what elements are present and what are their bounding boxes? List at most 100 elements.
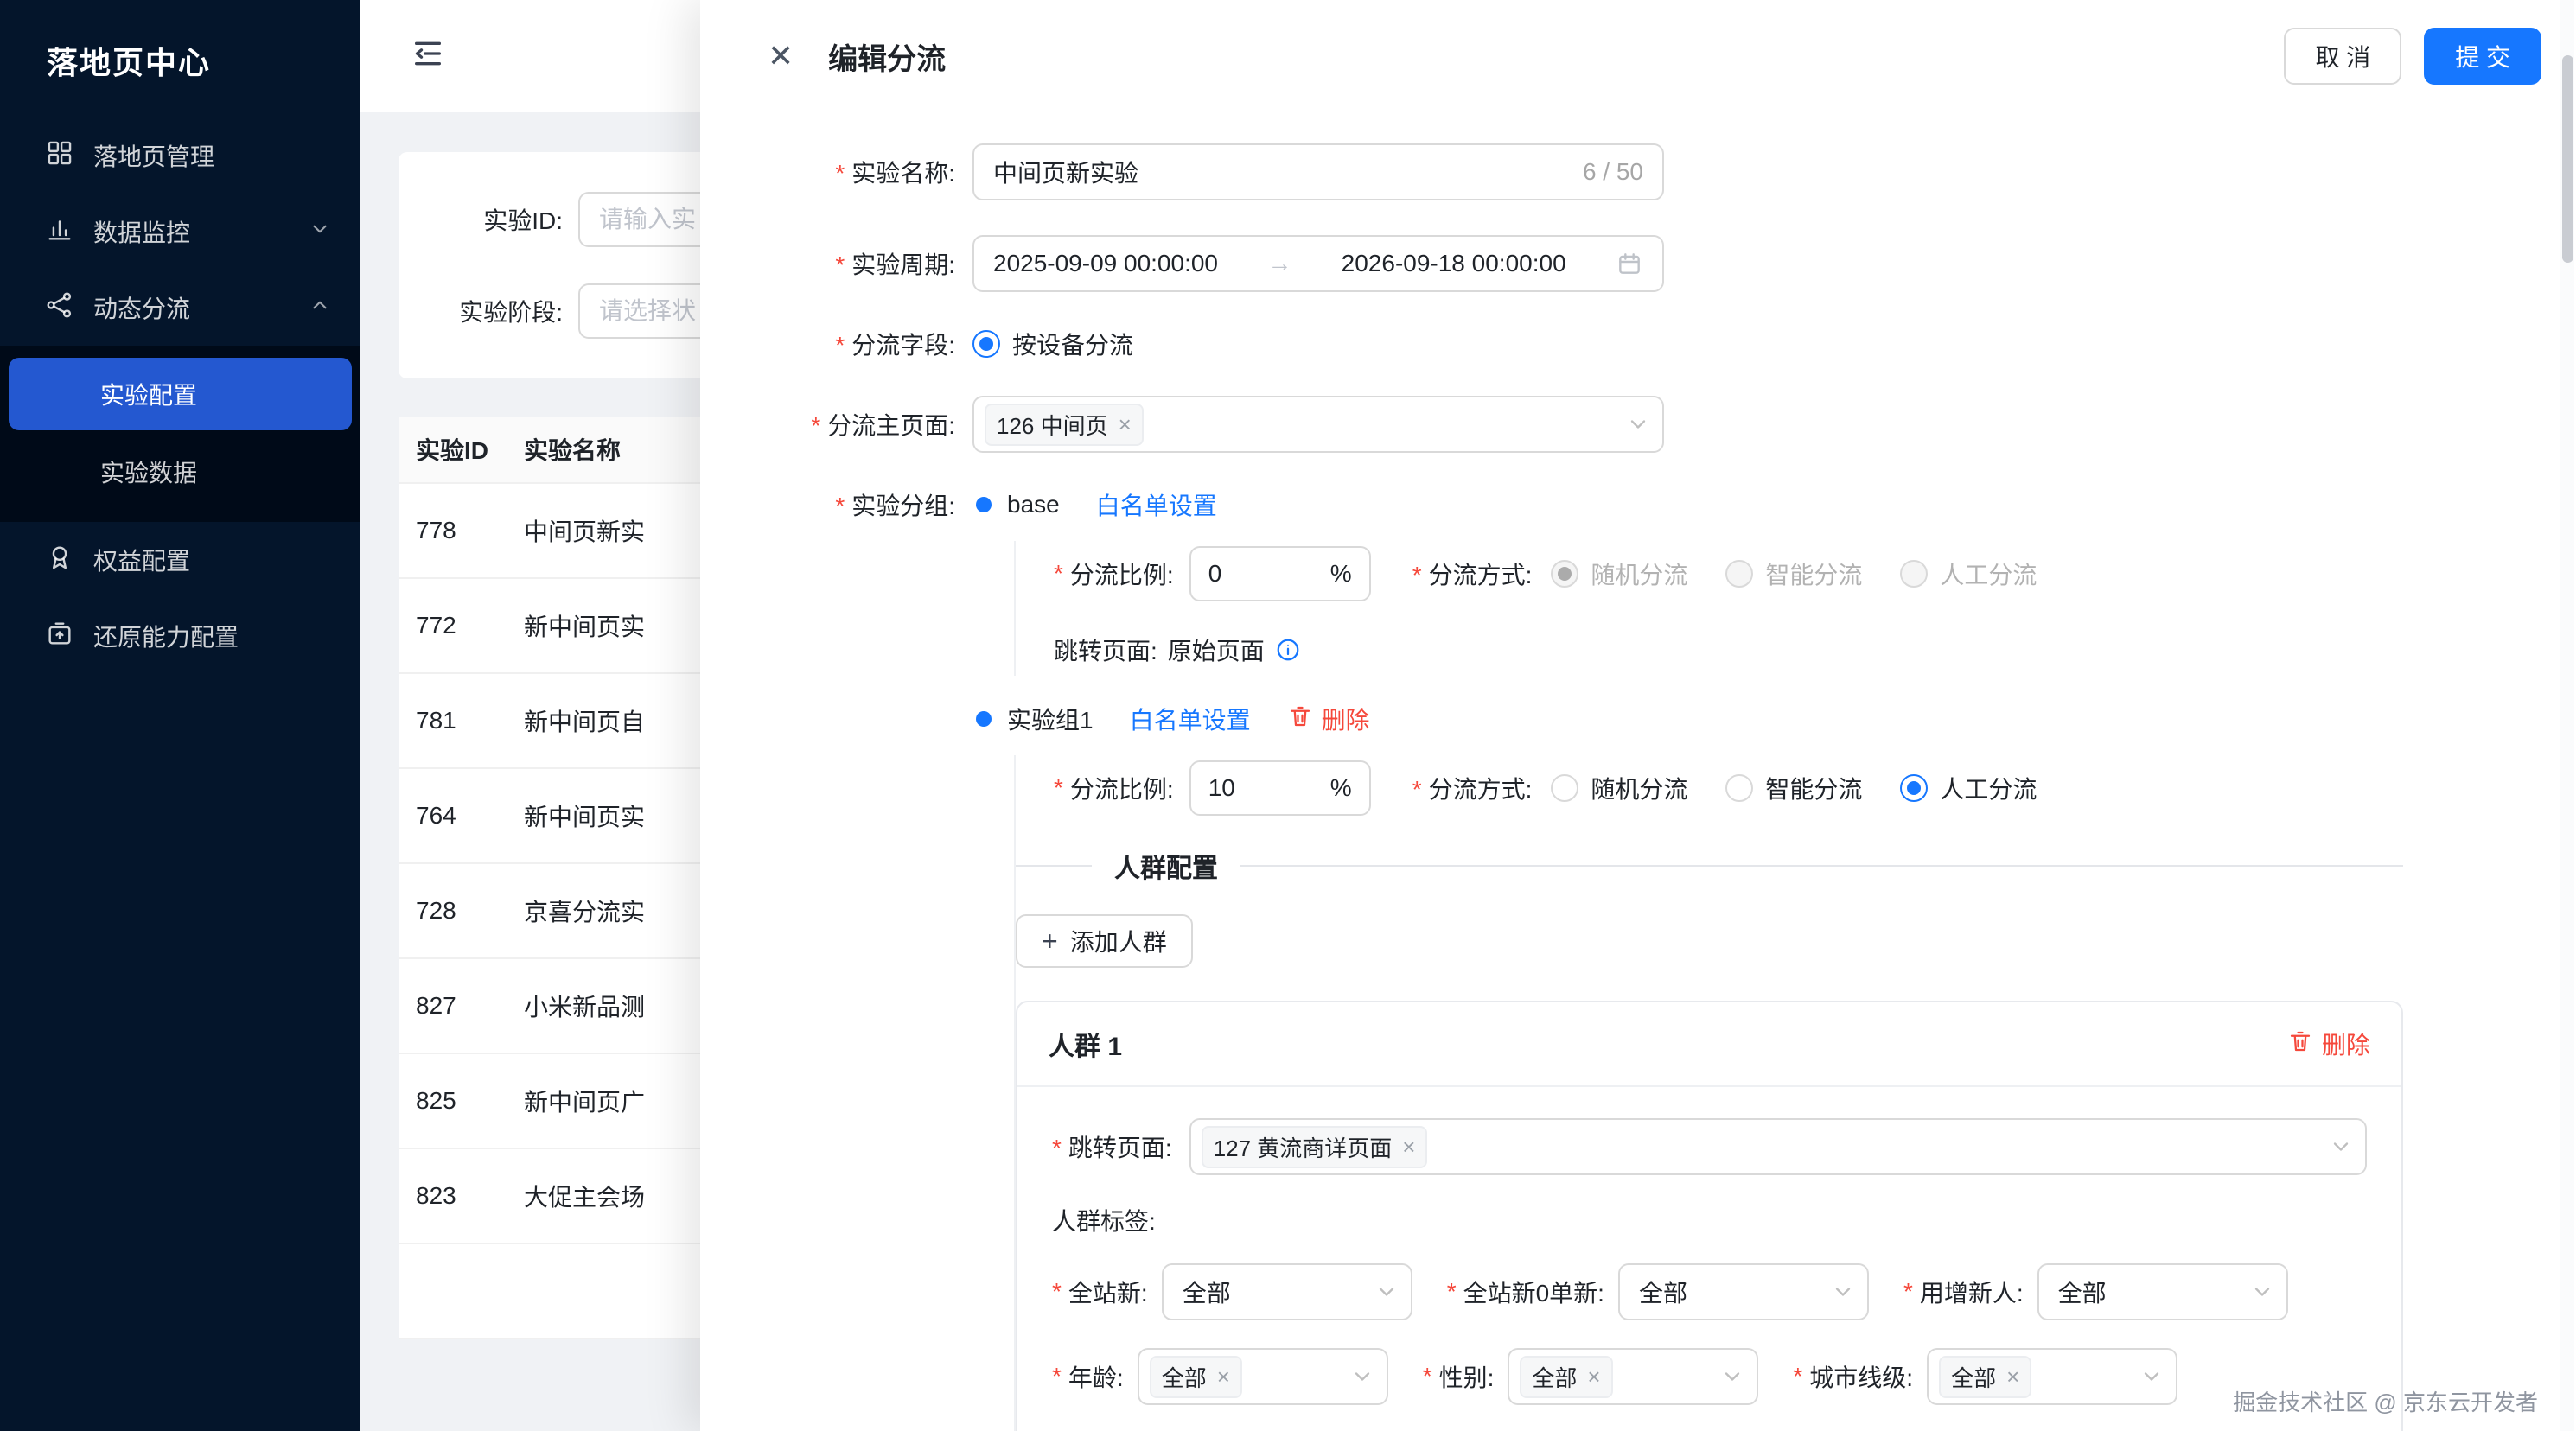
required-mark: * — [1412, 562, 1422, 588]
select-growth-new-user[interactable]: 全部 — [2037, 1263, 2288, 1320]
chevron-down-icon — [309, 218, 331, 246]
sidebar-submenu: 实验配置 实验数据 — [0, 346, 360, 522]
column-exp-id: 实验ID — [399, 432, 524, 467]
sidebar-item-exp-data[interactable]: 实验数据 — [9, 436, 352, 508]
delete-crowd-button[interactable]: 删除 — [2287, 1027, 2370, 1061]
sidebar-item-dynamic-split[interactable]: 动态分流 — [0, 270, 360, 346]
selected-tag: 全部× — [1939, 1356, 2031, 1398]
drawer-body: *实验名称: 6 / 50 *实验周期: 2025-09-09 00:00:00… — [700, 112, 2576, 1431]
bar-chart-icon — [45, 214, 74, 250]
share-branch-icon — [45, 290, 74, 326]
tag-close-icon[interactable]: × — [1402, 1135, 1415, 1158]
base-ratio-input[interactable]: % — [1189, 546, 1371, 601]
close-icon[interactable]: ✕ — [768, 41, 794, 72]
group1-ratio-input[interactable]: % — [1189, 760, 1371, 816]
split-field-label: *分流字段: — [700, 327, 955, 361]
experiment-name-label: *实验名称: — [700, 155, 955, 189]
tag-close-icon[interactable]: × — [1587, 1365, 1600, 1388]
tag-close-icon[interactable]: × — [1217, 1365, 1230, 1388]
required-mark: * — [1054, 774, 1063, 802]
sidebar-item-label: 实验配置 — [100, 377, 197, 411]
drawer-title: 编辑分流 — [828, 35, 946, 78]
select-zero-order-new[interactable]: 全部 — [1618, 1263, 1869, 1320]
group-base-name: base — [1007, 491, 1060, 518]
selected-tag: 全部× — [1150, 1356, 1242, 1398]
required-mark: * — [1052, 1363, 1062, 1390]
group1-ratio-value[interactable] — [1208, 774, 1286, 802]
delete-group-button[interactable]: 删除 — [1287, 702, 1370, 736]
experiment-period-picker[interactable]: 2025-09-09 00:00:00 → 2026-09-18 00:00:0… — [972, 235, 1664, 292]
select-age[interactable]: 全部× — [1138, 1348, 1388, 1405]
main-page-select[interactable]: 126 中间页× — [972, 396, 1664, 453]
radio-checked-disabled-icon — [1551, 560, 1578, 588]
base-ratio-value[interactable] — [1208, 560, 1286, 588]
radio-device-split[interactable]: 按设备分流 — [972, 327, 1133, 361]
chevron-down-icon — [2329, 1135, 2353, 1159]
sidebar-item-data-monitor[interactable]: 数据监控 — [0, 194, 360, 270]
sidebar-item-exp-config[interactable]: 实验配置 — [9, 358, 352, 430]
required-mark: * — [835, 493, 845, 519]
chevron-down-icon — [2139, 1364, 2164, 1389]
whitelist-settings-link[interactable]: 白名单设置 — [1130, 702, 1251, 736]
cell-exp-id: 778 — [399, 517, 524, 544]
grid-icon — [45, 138, 74, 174]
required-mark: * — [811, 412, 820, 439]
trash-icon — [1287, 703, 1313, 735]
radio-random-split[interactable]: 随机分流 — [1551, 771, 1687, 805]
sidebar-item-rights-config[interactable]: 权益配置 — [0, 522, 360, 598]
info-circle-icon[interactable] — [1275, 637, 1301, 663]
experiment-name-value[interactable] — [993, 158, 1572, 186]
cell-exp-id: 825 — [399, 1087, 524, 1115]
field-label: 年龄: — [1068, 1359, 1124, 1394]
menu-fold-icon[interactable] — [411, 36, 445, 77]
submit-button[interactable]: 提 交 — [2424, 28, 2541, 85]
radio-manual-split[interactable]: 人工分流 — [1900, 771, 2037, 805]
tag-close-icon[interactable]: × — [1119, 413, 1132, 436]
method-label: *分流方式: — [1412, 771, 1533, 805]
tag-close-icon[interactable]: × — [2006, 1365, 2019, 1388]
experiment-name-input[interactable]: 6 / 50 — [972, 143, 1664, 200]
radio-random-split-disabled: 随机分流 — [1551, 556, 1687, 591]
chevron-down-icon — [1350, 1364, 1374, 1389]
experiment-period-label: *实验周期: — [700, 246, 955, 281]
sidebar: 落地页中心 落地页管理 数据监控 动态分流 实验配置 实验数据 权益配置 — [0, 0, 360, 1431]
app-title: 落地页中心 — [0, 0, 360, 118]
field-label: 性别: — [1439, 1359, 1495, 1394]
selected-tag: 全部× — [1520, 1356, 1612, 1398]
add-crowd-button[interactable]: + 添加人群 — [1016, 914, 1193, 968]
group-1-name: 实验组1 — [1007, 702, 1094, 736]
selected-tag: 127 黄流商详页面× — [1202, 1126, 1428, 1168]
select-all-site-new[interactable]: 全部 — [1162, 1263, 1412, 1320]
sidebar-item-label: 还原能力配置 — [93, 619, 331, 653]
cell-exp-id: 728 — [399, 897, 524, 925]
chevron-down-icon — [2250, 1280, 2274, 1304]
watermark: 掘金技术社区 @ 京东云开发者 — [2233, 1385, 2538, 1417]
sidebar-item-restore-config[interactable]: 还原能力配置 — [0, 598, 360, 674]
sidebar-item-label: 实验数据 — [100, 455, 197, 489]
required-mark: * — [1793, 1363, 1802, 1390]
experiment-id-label: 实验ID: — [433, 202, 563, 237]
sidebar-item-landing-manage[interactable]: 落地页管理 — [0, 118, 360, 194]
restore-box-icon — [45, 619, 74, 654]
plus-icon: + — [1042, 927, 1058, 955]
select-gender[interactable]: 全部× — [1508, 1348, 1758, 1405]
required-mark: * — [835, 251, 845, 278]
jump-page-value: 原始页面 — [1168, 633, 1265, 667]
select-city-tier[interactable]: 全部× — [1927, 1348, 2177, 1405]
period-start: 2025-09-09 00:00:00 — [993, 250, 1218, 277]
drawer-scrollbar-thumb[interactable] — [2562, 55, 2573, 263]
cancel-button[interactable]: 取 消 — [2284, 28, 2401, 85]
sidebar-item-label: 数据监控 — [93, 214, 290, 249]
radio-smart-split[interactable]: 智能分流 — [1725, 771, 1862, 805]
main-page-label: *分流主页面: — [700, 407, 955, 442]
required-mark: * — [1412, 776, 1422, 803]
sidebar-item-label: 落地页管理 — [93, 138, 331, 173]
field-label: 城市线级: — [1809, 1359, 1913, 1394]
sidebar-item-label: 动态分流 — [93, 290, 290, 325]
percent-suffix: % — [1330, 774, 1352, 802]
crowd-tags-label: 人群标签: — [1052, 1203, 2367, 1237]
field-label: 全站新: — [1068, 1275, 1148, 1309]
whitelist-settings-link[interactable]: 白名单设置 — [1096, 487, 1217, 522]
badge-icon — [45, 543, 74, 578]
crowd-jump-select[interactable]: 127 黄流商详页面× — [1189, 1118, 2367, 1175]
